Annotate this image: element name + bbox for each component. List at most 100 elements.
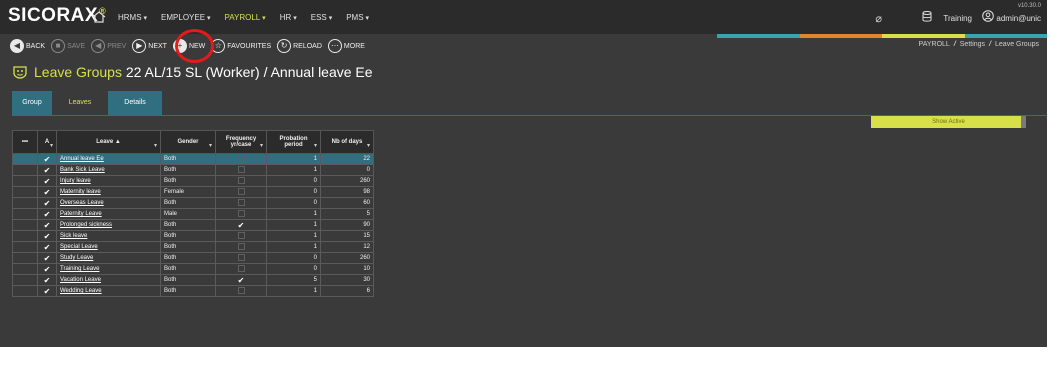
clear-cache-icon[interactable]: ⌀: [875, 12, 882, 25]
row-menu-cell[interactable]: [12, 230, 38, 242]
filter-icon[interactable]: ▾: [314, 142, 317, 149]
active-cell[interactable]: ✔: [37, 252, 57, 264]
active-cell[interactable]: ✔: [37, 164, 57, 176]
row-menu-cell[interactable]: [12, 219, 38, 231]
leave-name-link[interactable]: Annual leave Ee: [56, 153, 161, 165]
breadcrumb-leave-groups[interactable]: Leave Groups: [995, 41, 1039, 48]
back-button[interactable]: ◀ BACK: [10, 39, 45, 53]
table-row[interactable]: ✔ Training Leave Both 0 10: [12, 263, 374, 275]
active-cell[interactable]: ✔: [37, 241, 57, 253]
frequency-cell[interactable]: [215, 263, 267, 275]
row-menu-cell[interactable]: [12, 263, 38, 275]
row-menu-cell[interactable]: [12, 274, 38, 286]
database-icon[interactable]: [922, 11, 932, 22]
row-menu-cell[interactable]: [12, 241, 38, 253]
table-row[interactable]: ✔ Overseas Leave Both 0 60: [12, 197, 374, 209]
frequency-cell[interactable]: [215, 230, 267, 242]
table-row[interactable]: ✔ Study Leave Both 0 260: [12, 252, 374, 264]
breadcrumb-settings[interactable]: Settings: [960, 41, 985, 48]
column-probation-header[interactable]: Probation period ▾: [266, 130, 321, 154]
active-cell[interactable]: ✔: [37, 274, 57, 286]
menu-item-employee[interactable]: EMPLOYEE: [161, 13, 210, 22]
leave-name-link[interactable]: Maternity leave: [56, 186, 161, 198]
home-icon[interactable]: [92, 11, 106, 23]
leave-name-link[interactable]: Bank Sick Leave: [56, 164, 161, 176]
table-row[interactable]: ✔ Injury leave Both 0 260: [12, 175, 374, 187]
leave-name-link[interactable]: Prolonged sickness: [56, 219, 161, 231]
filter-icon[interactable]: ▾: [50, 142, 53, 149]
leave-name-link[interactable]: Vacation Leave: [56, 274, 161, 286]
row-menu-cell[interactable]: [12, 285, 38, 297]
frequency-cell[interactable]: ✔: [215, 274, 267, 286]
tab-group[interactable]: Group: [12, 91, 52, 115]
frequency-cell[interactable]: [215, 186, 267, 198]
active-cell[interactable]: ✔: [37, 208, 57, 220]
table-row[interactable]: ✔ Annual leave Ee Both 1 22: [12, 153, 374, 165]
row-menu-cell[interactable]: [12, 252, 38, 264]
table-row[interactable]: ✔ Sick leave Both 1 15: [12, 230, 374, 242]
favourites-button[interactable]: ☆ FAVOURITES: [211, 39, 271, 53]
column-menu-header[interactable]: •••: [12, 130, 38, 154]
save-button[interactable]: ■ SAVE: [51, 39, 85, 53]
table-row[interactable]: ✔ Prolonged sickness Both ✔ 1 90: [12, 219, 374, 231]
menu-item-payroll[interactable]: PAYROLL: [225, 13, 266, 22]
column-days-header[interactable]: Nb of days ▾: [320, 130, 374, 154]
active-cell[interactable]: ✔: [37, 285, 57, 297]
tab-leaves[interactable]: Leaves: [52, 91, 108, 115]
table-row[interactable]: ✔ Maternity leave Female 0 98: [12, 186, 374, 198]
filter-icon[interactable]: ▾: [367, 142, 370, 149]
more-button[interactable]: ⋯ MORE: [327, 39, 365, 53]
user-icon[interactable]: [982, 10, 994, 22]
table-row[interactable]: ✔ Vacation Leave Both ✔ 5 30: [12, 274, 374, 286]
tab-details[interactable]: Details: [108, 91, 162, 115]
active-cell[interactable]: ✔: [37, 197, 57, 209]
active-cell[interactable]: ✔: [37, 263, 57, 275]
filter-icon[interactable]: ▾: [154, 142, 157, 149]
leave-name-link[interactable]: Special Leave: [56, 241, 161, 253]
breadcrumb-payroll[interactable]: PAYROLL: [919, 41, 950, 48]
row-menu-cell[interactable]: [12, 175, 38, 187]
menu-item-hrms[interactable]: HRMS: [118, 13, 147, 22]
frequency-cell[interactable]: [215, 208, 267, 220]
column-leave-header[interactable]: Leave ▲ ▾: [56, 130, 161, 154]
table-row[interactable]: ✔ Bank Sick Leave Both 1 0: [12, 164, 374, 176]
frequency-cell[interactable]: [215, 153, 267, 165]
menu-item-ess[interactable]: ESS: [311, 13, 332, 22]
database-name[interactable]: Training: [943, 14, 972, 23]
leave-name-link[interactable]: Injury leave: [56, 175, 161, 187]
frequency-cell[interactable]: [215, 241, 267, 253]
active-cell[interactable]: ✔: [37, 175, 57, 187]
frequency-cell[interactable]: [215, 175, 267, 187]
active-cell[interactable]: ✔: [37, 230, 57, 242]
leave-name-link[interactable]: Study Leave: [56, 252, 161, 264]
leave-name-link[interactable]: Wedding Leave: [56, 285, 161, 297]
frequency-cell[interactable]: ✔: [215, 219, 267, 231]
prev-button[interactable]: ◀ PREV: [91, 39, 126, 53]
row-menu-cell[interactable]: [12, 186, 38, 198]
user-name[interactable]: admin@unic: [996, 14, 1041, 23]
filter-icon[interactable]: ▾: [260, 142, 263, 149]
column-active-header[interactable]: A ▾: [37, 130, 57, 154]
active-cell[interactable]: ✔: [37, 186, 57, 198]
active-cell[interactable]: ✔: [37, 153, 57, 165]
table-row[interactable]: ✔ Paternity Leave Male 1 5: [12, 208, 374, 220]
leave-name-link[interactable]: Overseas Leave: [56, 197, 161, 209]
table-row[interactable]: ✔ Special Leave Both 1 12: [12, 241, 374, 253]
frequency-cell[interactable]: [215, 285, 267, 297]
leave-name-link[interactable]: Paternity Leave: [56, 208, 161, 220]
filter-icon[interactable]: ▾: [209, 142, 212, 149]
active-cell[interactable]: ✔: [37, 219, 57, 231]
column-gender-header[interactable]: Gender ▾: [160, 130, 216, 154]
reload-button[interactable]: ↻ RELOAD: [277, 39, 322, 53]
frequency-cell[interactable]: [215, 197, 267, 209]
column-frequency-header[interactable]: Frequency yr/case ▾: [215, 130, 267, 154]
row-menu-cell[interactable]: [12, 208, 38, 220]
next-button[interactable]: ▶ NEXT: [132, 39, 167, 53]
show-active-toggle[interactable]: Show Active: [871, 116, 1026, 128]
row-menu-cell[interactable]: [12, 197, 38, 209]
row-menu-cell[interactable]: [12, 153, 38, 165]
leave-name-link[interactable]: Sick leave: [56, 230, 161, 242]
frequency-cell[interactable]: [215, 252, 267, 264]
row-menu-cell[interactable]: [12, 164, 38, 176]
table-row[interactable]: ✔ Wedding Leave Both 1 6: [12, 285, 374, 297]
